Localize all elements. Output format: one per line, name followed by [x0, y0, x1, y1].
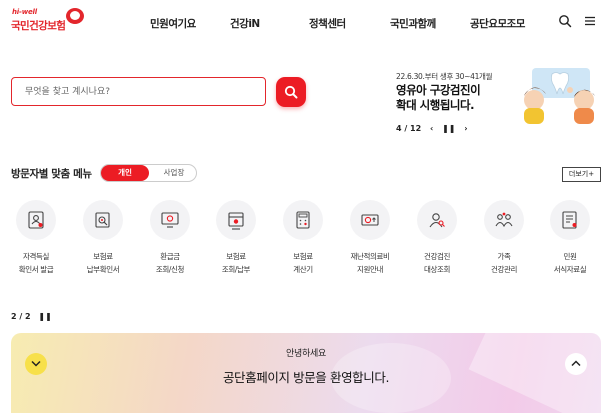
menu-icon-circle: [216, 200, 256, 240]
nav-item-about[interactable]: 공단요모조모: [470, 16, 525, 31]
menu-icon-circle: [417, 200, 457, 240]
nav-item-health-in[interactable]: 건강iN: [230, 16, 260, 31]
logo-mark-icon: [66, 8, 84, 24]
search-icon[interactable]: [558, 13, 574, 29]
collapse-up-button[interactable]: [565, 353, 587, 375]
menu-item-label: 환급금 조회/신청: [155, 252, 185, 274]
welcome-banner: 안녕하세요 공단홈페이지 방문을 환영합니다.: [11, 333, 601, 413]
form-document-icon: [562, 211, 577, 229]
menu-page-indicator: 2 / 2: [11, 312, 31, 321]
banner-controls: 4 / 12 ‹ ❚❚ ›: [396, 124, 474, 133]
menu-item-payment-certificate[interactable]: 보험료 납부확인서: [73, 200, 133, 280]
nav-item-policy-center[interactable]: 정책센터: [309, 16, 346, 31]
tab-business[interactable]: 사업장: [151, 165, 197, 181]
banner-title-line1: 영유아 구강검진이: [396, 83, 481, 97]
menu-item-label: 가족 건강관리: [491, 252, 517, 274]
menu-item-label: 민원 서식자료실: [553, 252, 587, 274]
search-button[interactable]: [276, 77, 306, 107]
person-search-icon: [429, 213, 445, 228]
visitor-type-toggle: 개인 사업장: [100, 164, 197, 182]
visitor-menu-title: 방문자별 맞춤 메뉴: [11, 168, 92, 180]
menu-icon-circle: [484, 200, 524, 240]
menu-pager: 2 / 2 ❚❚: [11, 312, 57, 321]
menu-item-label: 보험료 납부확인서: [86, 252, 120, 274]
chevron-up-icon: [571, 360, 581, 367]
hamburger-menu-icon[interactable]: [583, 13, 599, 29]
menu-item-health-checkup-lookup[interactable]: 건강검진 대상조회: [407, 200, 467, 280]
family-icon: [495, 212, 513, 228]
monitor-refund-icon: [161, 212, 179, 228]
calendar-payment-icon: [228, 212, 244, 230]
tab-individual[interactable]: 개인: [101, 165, 149, 181]
document-search-icon: [95, 212, 110, 228]
menu-item-premium-payment[interactable]: 보험료 조회/납부: [206, 200, 266, 280]
menu-icon-circle: [16, 200, 56, 240]
menu-item-label: 보험료 조회/납부: [221, 252, 251, 274]
calculator-icon: [296, 211, 310, 229]
id-card-icon: [28, 211, 44, 229]
banner-date-text: 22.6.30.부터 생후 30~41개월: [396, 72, 493, 81]
menu-item-catastrophic-medical-support[interactable]: 재난적의료비 지원안내: [340, 200, 400, 280]
next-icon[interactable]: ›: [464, 124, 467, 133]
nhis-logo[interactable]: hi-well 국민건강보험: [11, 8, 84, 36]
menu-icon-circle: [283, 200, 323, 240]
nav-item-with-citizens[interactable]: 국민과함께: [390, 16, 436, 31]
search-field[interactable]: [11, 77, 266, 106]
logo-tagline: hi-well: [12, 8, 37, 16]
pause-icon[interactable]: ❚❚: [38, 312, 51, 321]
menu-item-forms-library[interactable]: 민원 서식자료실: [540, 200, 600, 280]
welcome-message: 공단홈페이지 방문을 환영합니다.: [222, 370, 390, 385]
menu-icon-circle: [350, 200, 390, 240]
site-header: hi-well 국민건강보험 민원여기요 건강iN 정책센터 국민과함께 공단요…: [0, 0, 611, 46]
more-button[interactable]: 더보기+: [562, 167, 601, 182]
banner-title[interactable]: 영유아 구강검진이 확대 시행됩니다.: [396, 83, 481, 112]
chevron-down-icon: [31, 360, 41, 367]
search-input[interactable]: [12, 78, 265, 105]
menu-item-label: 건강검진 대상조회: [424, 252, 450, 274]
banner-page-indicator: 4 / 12: [396, 124, 422, 133]
banner-title-line2: 확대 시행됩니다.: [396, 97, 474, 112]
coin-support-icon: [361, 214, 379, 226]
prev-icon[interactable]: ‹: [430, 124, 433, 133]
menu-icon-circle: [550, 200, 590, 240]
pause-icon[interactable]: ❚❚: [442, 124, 455, 133]
dental-checkup-illustration-icon: [524, 68, 595, 124]
menu-item-family-health[interactable]: 가족 건강관리: [474, 200, 534, 280]
welcome-greeting: 안녕하세요: [286, 349, 326, 359]
nav-item-complaints[interactable]: 민원여기요: [150, 16, 196, 31]
menu-icon-circle: [150, 200, 190, 240]
menu-item-label: 보험료 계산기: [293, 252, 313, 274]
menu-item-qualification-certificate[interactable]: 자격득실 확인서 발급: [6, 200, 66, 280]
menu-icon-circle: [83, 200, 123, 240]
search-icon: [284, 85, 298, 99]
menu-item-label: 재난적의료비 지원안내: [350, 252, 390, 274]
menu-item-label: 자격득실 확인서 발급: [18, 252, 54, 274]
menu-item-refund[interactable]: 환급금 조회/신청: [140, 200, 200, 280]
logo-name: 국민건강보험: [11, 20, 66, 32]
menu-item-premium-calculator[interactable]: 보험료 계산기: [273, 200, 333, 280]
